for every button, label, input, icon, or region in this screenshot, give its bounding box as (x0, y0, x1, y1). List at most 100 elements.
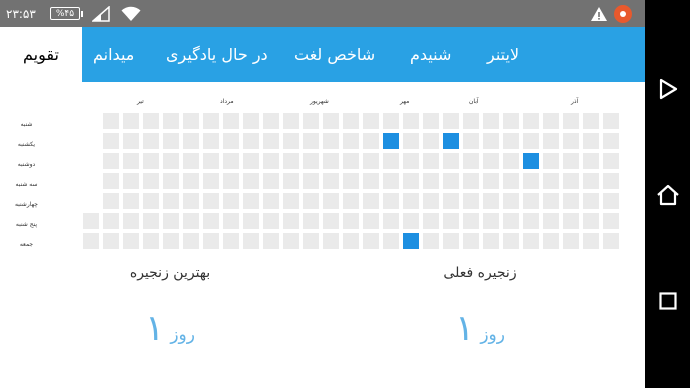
calendar-day-cell (163, 233, 179, 249)
calendar-day-cell (563, 173, 579, 189)
calendar-day-cell (103, 213, 119, 229)
best-streak-number: ۱ (145, 308, 165, 349)
wifi-icon (121, 0, 141, 27)
recent-apps-icon[interactable] (653, 286, 683, 316)
calendar-day-cell (563, 113, 579, 129)
calendar-day-cell (323, 133, 339, 149)
calendar-day-cell (323, 233, 339, 249)
calendar-day-cell (143, 173, 159, 189)
calendar-day-cell (203, 233, 219, 249)
calendar-day-cell (83, 213, 99, 229)
calendar-day-cell (563, 233, 579, 249)
calendar-day-cell (503, 113, 519, 129)
calendar-day-cell (403, 213, 419, 229)
calendar-day-cell (543, 213, 559, 229)
calendar-day-cell (583, 133, 599, 149)
calendar-day-cell (423, 133, 439, 149)
tab-known[interactable]: میدانم (93, 27, 134, 82)
calendar-day-cell (283, 113, 299, 129)
back-icon[interactable] (653, 74, 683, 104)
calendar-day-cell (583, 213, 599, 229)
calendar-day-cell (543, 173, 559, 189)
calendar-day-cell (123, 213, 139, 229)
calendar-day-cell (283, 193, 299, 209)
tab-word-index[interactable]: شاخص لغت (294, 27, 375, 82)
month-label: شهریور (310, 98, 329, 105)
day-label: دوشنبه (17, 161, 36, 168)
calendar-day-cell (583, 113, 599, 129)
calendar-day-cell (563, 153, 579, 169)
calendar-day-cell (363, 113, 379, 129)
calendar-day-cell (183, 233, 199, 249)
calendar-day-cell (143, 133, 159, 149)
calendar-day-cell (143, 113, 159, 129)
calendar-day-cell (563, 133, 579, 149)
calendar-day-cell (363, 193, 379, 209)
best-streak-unit: روز (170, 325, 195, 345)
calendar-day-cell (463, 133, 479, 149)
calendar-day-cell (503, 133, 519, 149)
calendar-day-cell (443, 133, 459, 149)
calendar-day-cell (103, 153, 119, 169)
calendar-day-cell (343, 233, 359, 249)
tab-learning[interactable]: در حال یادگیری (166, 27, 268, 82)
calendar-day-cell (603, 193, 619, 209)
day-label: شنبه (20, 121, 33, 128)
day-label: یکشنبه (17, 141, 36, 148)
calendar-day-cell (283, 213, 299, 229)
calendar-day-cell (243, 173, 259, 189)
calendar-day-cell (303, 213, 319, 229)
android-nav-bar (645, 0, 690, 388)
calendar-day-cell (263, 133, 279, 149)
calendar-day-cell (463, 113, 479, 129)
calendar-day-cell (563, 193, 579, 209)
calendar-day-cell (443, 173, 459, 189)
calendar-day-cell (603, 133, 619, 149)
tab-heard[interactable]: شنیدم (410, 27, 451, 82)
calendar-day-cell (523, 153, 539, 169)
calendar-day-cell (203, 133, 219, 149)
calendar-day-cell (523, 193, 539, 209)
calendar-day-cell (283, 233, 299, 249)
calendar-day-cell (323, 193, 339, 209)
current-streak-title: زنجیره فعلی (443, 265, 517, 281)
calendar-day-cell (163, 113, 179, 129)
calendar-day-cell (243, 133, 259, 149)
calendar-day-cell (583, 173, 599, 189)
calendar-day-cell (363, 133, 379, 149)
tab-leitner[interactable]: لایتنر (487, 27, 519, 82)
calendar-day-cell (123, 193, 139, 209)
calendar-day-cell (243, 213, 259, 229)
calendar-day-cell (283, 173, 299, 189)
calendar-day-cell (423, 193, 439, 209)
calendar-day-cell (603, 113, 619, 129)
calendar-day-cell (103, 133, 119, 149)
calendar-day-cell (523, 133, 539, 149)
calendar-day-cell (443, 213, 459, 229)
tab-calendar[interactable]: تقویم (0, 27, 82, 82)
calendar-day-cell (383, 133, 399, 149)
calendar-day-cell (403, 153, 419, 169)
status-bar: ۲۳:۵۳ %۴۵ (0, 0, 645, 27)
month-label: آذر (571, 98, 579, 105)
calendar-day-cell (443, 153, 459, 169)
calendar-day-cell (363, 233, 379, 249)
calendar-day-cell (483, 153, 499, 169)
calendar-day-cell (423, 113, 439, 129)
calendar-day-cell (103, 193, 119, 209)
home-icon[interactable] (653, 180, 683, 210)
calendar-day-cell (443, 233, 459, 249)
calendar-day-cell (283, 153, 299, 169)
calendar-day-cell (303, 113, 319, 129)
calendar-day-cell (343, 213, 359, 229)
day-label: جمعه (19, 241, 34, 248)
calendar-day-cell (543, 113, 559, 129)
calendar-day-cell (163, 193, 179, 209)
calendar-day-cell (523, 173, 539, 189)
calendar-day-cell (523, 113, 539, 129)
calendar-day-cell (383, 173, 399, 189)
calendar-day-cell (403, 193, 419, 209)
calendar-day-cell (183, 133, 199, 149)
calendar-day-cell (303, 173, 319, 189)
calendar-day-cell (483, 173, 499, 189)
